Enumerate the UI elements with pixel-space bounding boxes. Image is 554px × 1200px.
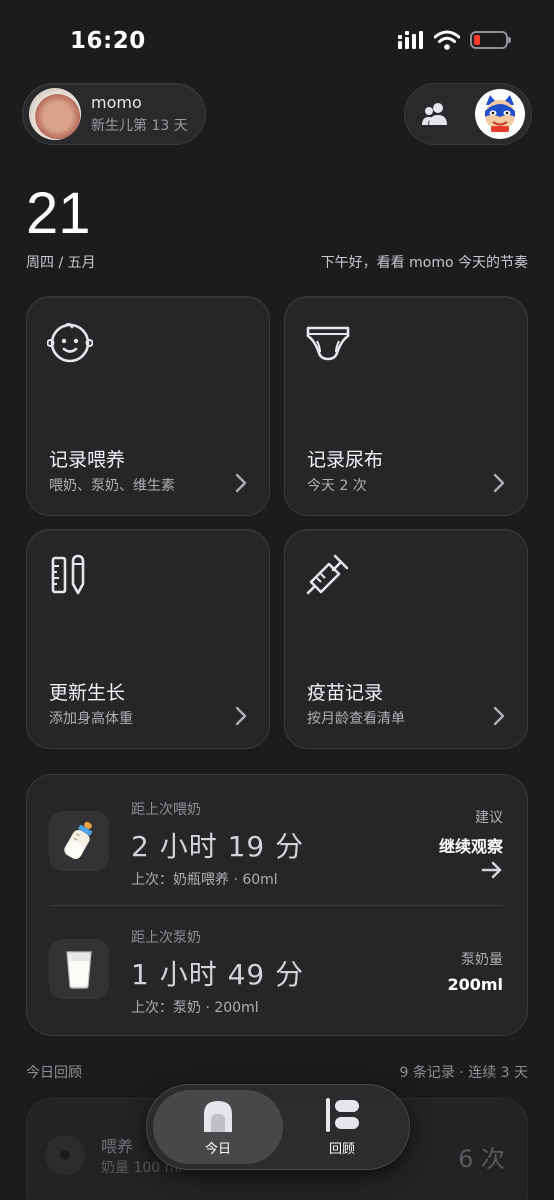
card-subtitle: 喂奶、泵奶、维生素 [49, 478, 175, 494]
syringe-icon [306, 554, 349, 595]
update-growth-card[interactable]: 更新生长 添加身高体重 [26, 529, 270, 749]
review-item-title: 喂养 [101, 1137, 134, 1156]
arrow-right-icon[interactable] [481, 861, 503, 879]
timeline-icon [326, 1097, 359, 1132]
record-diaper-card[interactable]: 记录尿布 今天 2 次 [284, 296, 528, 516]
baby-age: 新生儿第 13 天 [91, 118, 188, 134]
baby-bottle-icon [64, 821, 93, 859]
review-item-count: 6 次 [458, 1145, 505, 1173]
pump-amount-label: 泵奶量 [461, 952, 503, 968]
chevron-right-icon [493, 473, 505, 493]
status-time: 16:20 [70, 28, 146, 54]
suggestion-label: 建议 [475, 810, 503, 826]
baby-profile-pill[interactable]: momo 新生儿第 13 天 [22, 83, 206, 145]
stats-divider [51, 905, 503, 906]
chevron-right-icon [493, 706, 505, 726]
day-number: 21 [26, 181, 91, 246]
baby-name: momo [91, 93, 142, 112]
time-since-card: 距上次喂奶 2 小时 19 分 上次：奶瓶喂养 · 60ml 建议 继续观察 距… [26, 774, 528, 1036]
wifi-icon [434, 30, 460, 50]
tab-review[interactable]: 回顾 [277, 1090, 407, 1164]
feed-label: 距上次喂奶 [131, 802, 201, 818]
tab-label: 今日 [204, 1141, 231, 1157]
people-icon[interactable] [421, 101, 451, 127]
pump-elapsed: 1 小时 49 分 [131, 958, 305, 991]
feed-last: 上次：奶瓶喂养 · 60ml [131, 872, 278, 888]
tab-today[interactable]: 今日 [153, 1090, 283, 1164]
card-title: 疫苗记录 [307, 682, 384, 704]
pump-label: 距上次泵奶 [131, 930, 201, 946]
record-feeding-card[interactable]: 记录喂养 喂奶、泵奶、维生素 [26, 296, 270, 516]
battery-icon [470, 31, 511, 49]
review-summary: 9 条记录 · 连续 3 天 [399, 1065, 528, 1081]
card-title: 更新生长 [49, 682, 126, 704]
baby-face-icon [47, 322, 93, 363]
card-subtitle: 按月龄查看清单 [307, 711, 405, 727]
ruler-pencil-icon [51, 554, 85, 595]
feed-icon-box [49, 811, 109, 871]
status-icons [398, 30, 511, 50]
feed-elapsed: 2 小时 19 分 [131, 830, 305, 863]
user-avatar[interactable] [475, 89, 525, 139]
signal-icon [398, 31, 423, 49]
chevron-right-icon [235, 706, 247, 726]
suggestion-value: 继续观察 [438, 837, 503, 856]
bottom-tab-bar: 今日 回顾 [146, 1084, 410, 1170]
baby-avatar [29, 88, 81, 140]
card-title: 记录喂养 [49, 449, 126, 471]
milk-glass-icon [66, 951, 92, 989]
weekday-month: 周四 / 五月 [26, 255, 96, 271]
chevron-right-icon [235, 473, 247, 493]
home-icon [204, 1100, 232, 1132]
pump-last: 上次：泵奶 · 200ml [131, 1000, 259, 1016]
tab-label: 回顾 [328, 1141, 355, 1157]
card-subtitle: 添加身高体重 [49, 711, 133, 727]
greeting-text: 下午好，看看 momo 今天的节奏 [320, 255, 528, 271]
header-actions-pill [404, 83, 532, 145]
feeding-dot-icon [45, 1135, 85, 1175]
pump-icon-box [49, 939, 109, 999]
cat-mask-avatar-icon [485, 95, 515, 132]
pump-amount-value: 200ml [447, 975, 503, 994]
card-subtitle: 今天 2 次 [307, 478, 367, 494]
card-title: 记录尿布 [307, 449, 384, 471]
vaccine-record-card[interactable]: 疫苗记录 按月龄查看清单 [284, 529, 528, 749]
diaper-icon [306, 326, 350, 361]
review-section-title: 今日回顾 [26, 1065, 82, 1081]
